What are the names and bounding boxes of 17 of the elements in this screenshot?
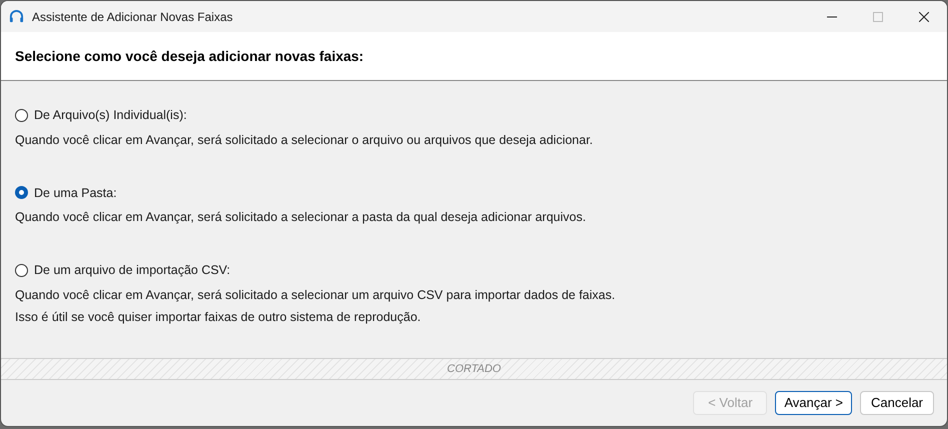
option-label[interactable]: De Arquivo(s) Individual(is):: [34, 106, 187, 125]
wizard-button[interactable]: Cancelar: [860, 391, 934, 415]
window-title: Assistente de Adicionar Novas Faixas: [32, 8, 233, 26]
close-icon[interactable]: [919, 12, 929, 22]
option-description: Quando você clicar em Avançar, será solicitado a selecionar o arquivo ou arquivos que deseja adicionar.: [15, 132, 594, 149]
wizard-button[interactable]: Avançar >: [775, 391, 852, 415]
radio-button[interactable]: [15, 108, 28, 122]
header-title: Selecione como você deseja adicionar novas faixas:: [15, 46, 364, 66]
radio-button[interactable]: [15, 264, 28, 277]
option-label[interactable]: De uma Pasta:: [34, 184, 117, 202]
option-description: Quando você clicar em Avançar, será solicitado a selecionar a pasta da qual deseja adicionar arquivos.: [15, 209, 587, 226]
option-description: Isso é útil se você quiser importar faixas de outro sistema de reprodução.: [15, 308, 422, 326]
option-label[interactable]: De um arquivo de importação CSV:: [34, 261, 230, 280]
cut-label: CORTADO: [447, 362, 501, 377]
headphones-icon: [9, 9, 24, 24]
radio-button[interactable]: [15, 186, 28, 200]
option-description: Quando você clicar em Avançar, será solicitado a selecionar um arquivo CSV para importar dados de faixas.: [15, 286, 616, 304]
